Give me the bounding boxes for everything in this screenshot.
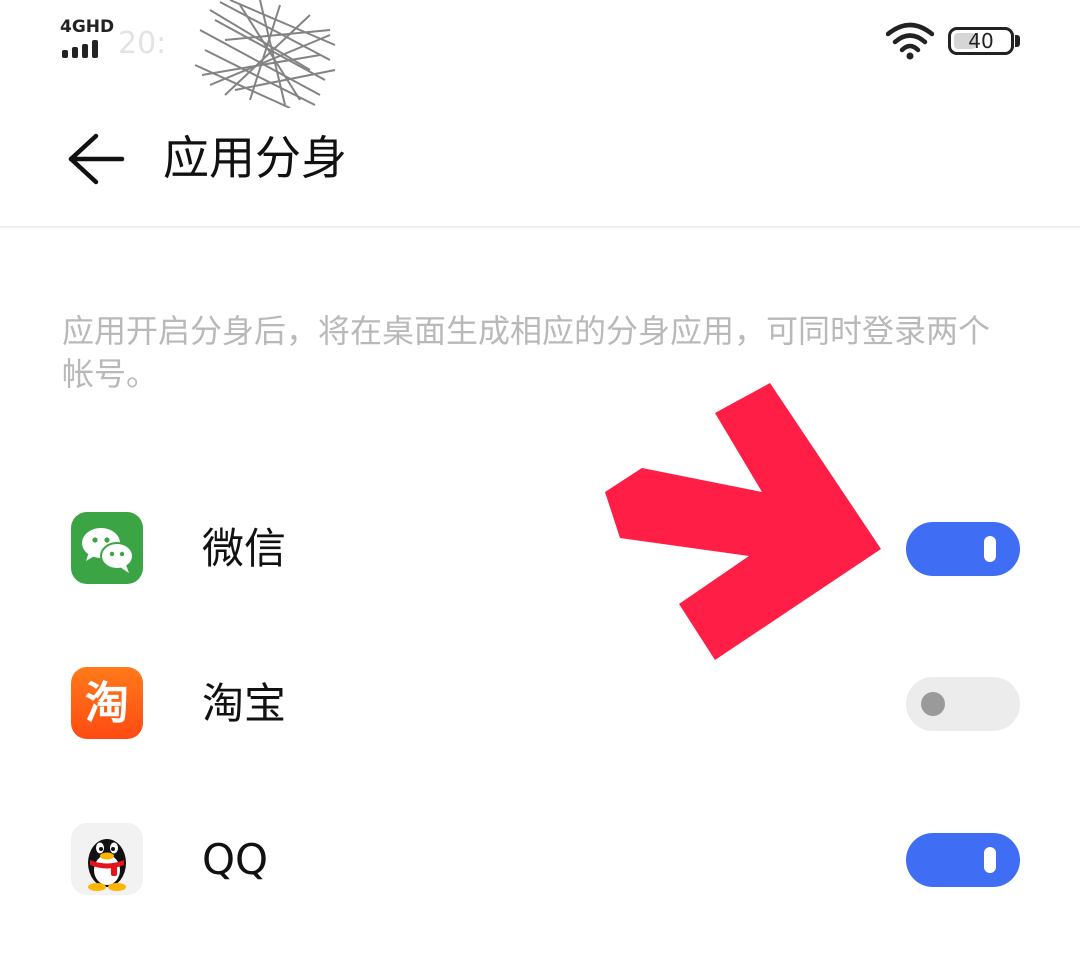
qq-clone-toggle[interactable] xyxy=(906,833,1020,887)
wechat-icon xyxy=(71,512,143,584)
signal-bars xyxy=(62,40,106,58)
app-name: 微信 xyxy=(202,524,287,573)
taobao-icon-glyph: 淘 xyxy=(85,678,129,729)
status-time: 20: xyxy=(118,26,167,61)
battery-cap xyxy=(1015,35,1020,47)
app-row-wechat: 微信 xyxy=(0,499,1080,599)
back-button[interactable] xyxy=(60,130,132,188)
app-name: 淘宝 xyxy=(202,679,287,728)
network-type-label: 4GHD xyxy=(60,17,115,37)
header-divider xyxy=(0,226,1080,228)
back-arrow-icon xyxy=(68,133,125,185)
qq-icon xyxy=(71,823,143,895)
page-header: 应用分身 xyxy=(0,110,1080,220)
wechat-clone-toggle[interactable] xyxy=(906,522,1020,576)
wifi-icon xyxy=(886,22,934,60)
toggle-knob xyxy=(984,847,996,873)
taobao-icon: 淘 xyxy=(71,667,143,739)
page-title: 应用分身 xyxy=(163,131,347,185)
status-bar: 4GHD 20: 40 xyxy=(0,0,1080,108)
battery-icon: 40 xyxy=(948,27,1014,55)
app-row-taobao: 淘 淘宝 xyxy=(0,654,1080,754)
app-name: QQ xyxy=(202,835,269,884)
toggle-knob xyxy=(921,692,945,716)
cellular-signal-icon: 4GHD xyxy=(60,18,114,58)
feature-description: 应用开启分身后，将在桌面生成相应的分身应用，可同时登录两个帐号。 xyxy=(62,312,991,393)
redaction-scribble xyxy=(194,0,336,108)
taobao-clone-toggle[interactable] xyxy=(906,677,1020,731)
app-row-qq: QQ xyxy=(0,810,1080,910)
toggle-knob xyxy=(984,536,996,562)
battery-level-text: 40 xyxy=(968,29,994,53)
